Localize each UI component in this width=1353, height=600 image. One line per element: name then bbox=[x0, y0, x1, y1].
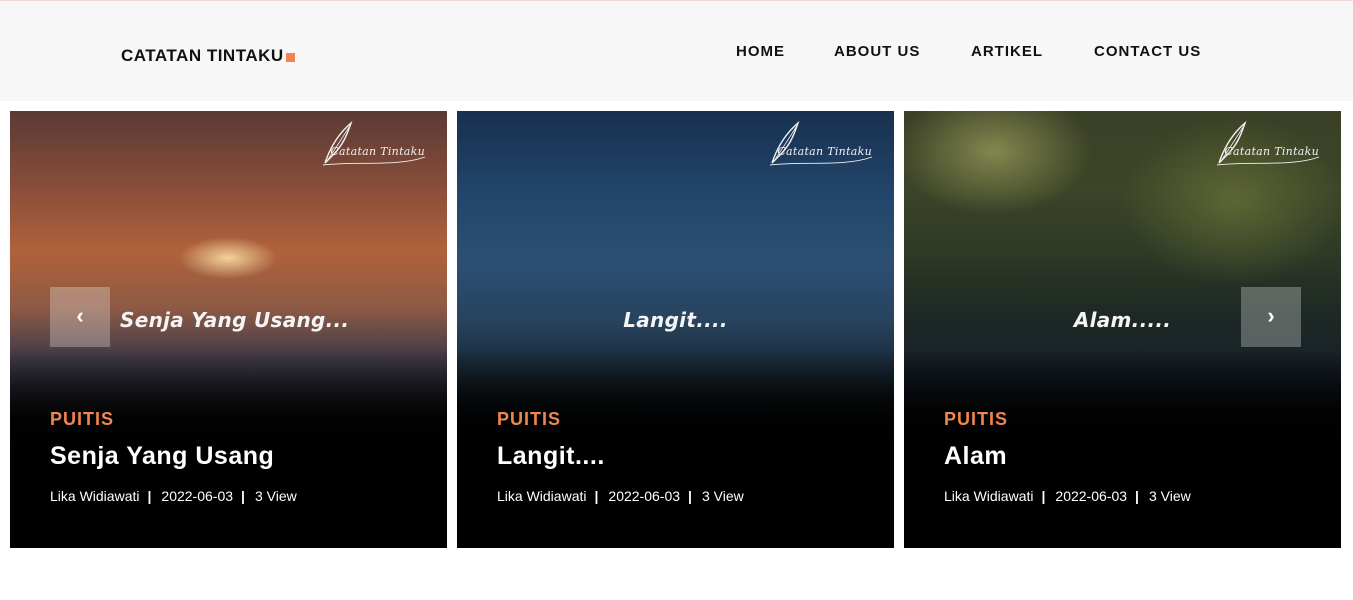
card-meta: Lika Widiawati | 2022-06-03 | 3 View bbox=[50, 488, 297, 504]
meta-separator: | bbox=[1041, 488, 1046, 504]
card-views: 3 View bbox=[1148, 488, 1191, 504]
logo-text: Catatan Tintaku bbox=[1224, 145, 1319, 158]
main-nav: HOME ABOUT US ARTIKEL CONTACT US bbox=[0, 43, 1353, 63]
card-author: Lika Widiawati bbox=[50, 488, 140, 504]
card-meta: Lika Widiawati | 2022-06-03 | 3 View bbox=[497, 488, 744, 504]
carousel-next-button[interactable]: › bbox=[1241, 287, 1301, 347]
logo-text: Catatan Tintaku bbox=[777, 145, 872, 158]
card-author: Lika Widiawati bbox=[944, 488, 1034, 504]
card-date: 2022-06-03 bbox=[161, 488, 234, 504]
chevron-right-icon: › bbox=[1267, 303, 1275, 328]
nav-home[interactable]: HOME bbox=[736, 43, 785, 60]
card-category[interactable]: PUITIS bbox=[497, 409, 561, 430]
logo-text: Catatan Tintaku bbox=[330, 145, 425, 158]
image-caption: Senja Yang Usang... bbox=[120, 308, 350, 332]
carousel-prev-button[interactable]: ‹ bbox=[50, 287, 110, 347]
card-category[interactable]: PUITIS bbox=[944, 409, 1008, 430]
card-views: 3 View bbox=[254, 488, 297, 504]
nav-about-us[interactable]: ABOUT US bbox=[834, 43, 920, 60]
card-meta: Lika Widiawati | 2022-06-03 | 3 View bbox=[944, 488, 1191, 504]
meta-separator: | bbox=[594, 488, 599, 504]
card-title[interactable]: Senja Yang Usang bbox=[50, 442, 274, 471]
meta-separator: | bbox=[1135, 488, 1139, 504]
card-date: 2022-06-03 bbox=[608, 488, 681, 504]
meta-separator: | bbox=[147, 488, 152, 504]
nav-contact-us[interactable]: CONTACT US bbox=[1094, 43, 1201, 60]
card-author: Lika Widiawati bbox=[497, 488, 587, 504]
card-title[interactable]: Langit.... bbox=[497, 442, 605, 471]
article-card[interactable]: Catatan Tintaku Langit.... PUITIS Langit… bbox=[457, 111, 894, 548]
nav-artikel[interactable]: ARTIKEL bbox=[971, 43, 1043, 60]
card-date: 2022-06-03 bbox=[1055, 488, 1128, 504]
card-views: 3 View bbox=[701, 488, 744, 504]
meta-separator: | bbox=[688, 488, 692, 504]
card-category[interactable]: PUITIS bbox=[50, 409, 114, 430]
image-caption: Langit.... bbox=[623, 308, 728, 332]
meta-separator: | bbox=[241, 488, 245, 504]
chevron-left-icon: ‹ bbox=[76, 303, 84, 328]
card-title[interactable]: Alam bbox=[944, 442, 1007, 471]
site-header: CATATAN TINTAKU HOME ABOUT US ARTIKEL CO… bbox=[0, 1, 1353, 101]
